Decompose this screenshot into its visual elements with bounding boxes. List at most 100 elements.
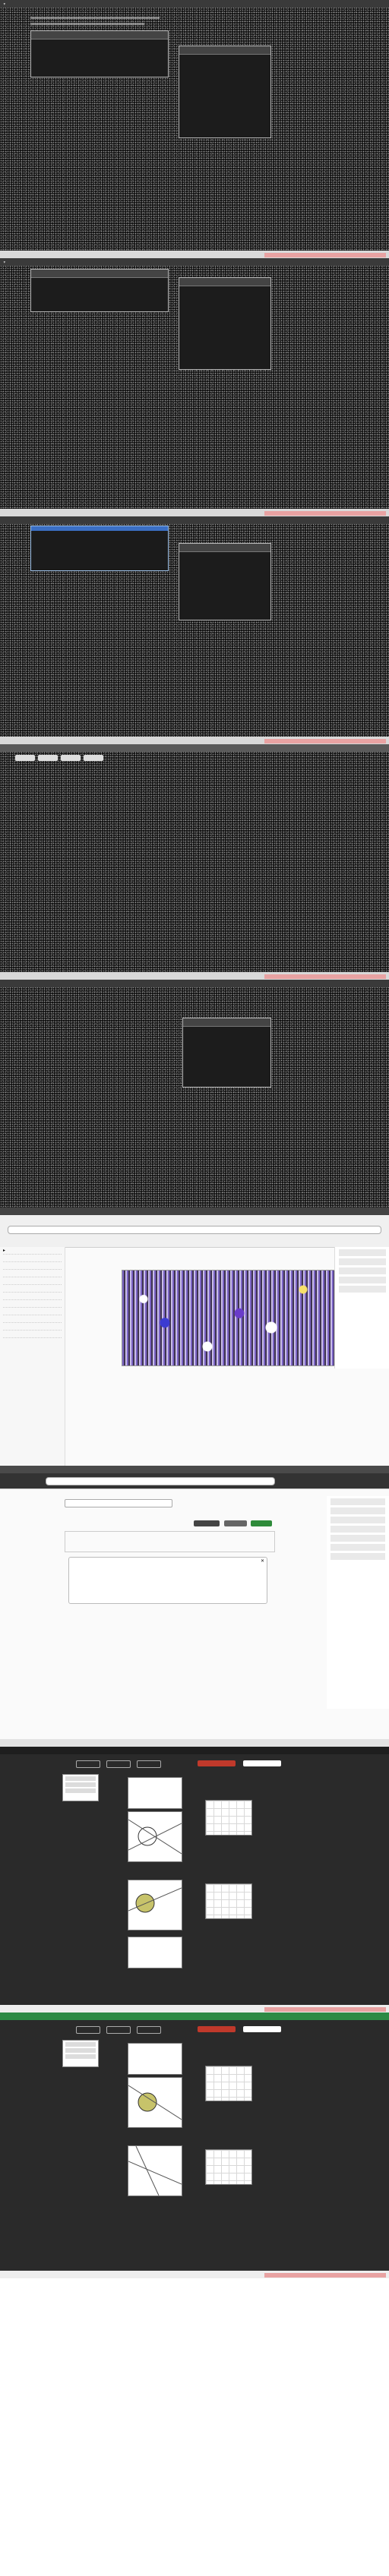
status-bar: [0, 251, 389, 258]
close-icon[interactable]: ✕: [261, 1558, 264, 1564]
browser-header: [0, 1473, 389, 1489]
sidebar-row: [330, 1498, 385, 1505]
info-row: [339, 1286, 386, 1293]
menu-row[interactable]: [65, 2054, 96, 2059]
status-bar: [0, 972, 389, 980]
status-bar: [0, 1208, 389, 1215]
record-button[interactable]: [198, 1760, 236, 1766]
info-row: [339, 1277, 386, 1283]
dialog-large: [179, 277, 271, 370]
popup-menu[interactable]: [62, 2040, 99, 2067]
sketch-drawing: [128, 1887, 182, 1913]
tree-row[interactable]: ▸: [3, 1248, 62, 1255]
sketch-thumbnail: [128, 2145, 182, 2196]
nav-button[interactable]: [106, 1760, 131, 1768]
screen-8: [0, 1747, 389, 2012]
sketch-thumbnail: [128, 2043, 182, 2075]
top-bar: ▾: [0, 0, 389, 8]
folder-tree: ▸: [0, 1247, 65, 1467]
top-bar: [0, 516, 389, 524]
chevron-down-icon[interactable]: ▾: [3, 2, 6, 7]
screen-5: [0, 980, 389, 1215]
sketch-thumbnail: [128, 1937, 182, 1968]
text-line: [30, 17, 160, 19]
top-bar: [0, 980, 389, 987]
sketch-drawing: [128, 2085, 182, 2120]
chevron-down-icon[interactable]: ▾: [3, 260, 6, 265]
dialog-header: [179, 278, 270, 286]
dialog-header: [179, 46, 270, 55]
screen-1: ▾: [0, 0, 389, 258]
sidebar-row: [330, 1517, 385, 1523]
tree-row[interactable]: [3, 1324, 62, 1331]
popup-menu[interactable]: [62, 1774, 99, 1801]
menu-row[interactable]: [65, 2048, 96, 2053]
sketch-drawing: [128, 1819, 182, 1855]
url-highlight: [264, 511, 386, 516]
sidebar-row: [330, 1507, 385, 1514]
tree-row[interactable]: [3, 1286, 62, 1293]
toolbar-chip[interactable]: [84, 755, 103, 761]
record-button[interactable]: [198, 2026, 236, 2032]
status-bar: [0, 1739, 389, 1747]
tree-row[interactable]: [3, 1263, 62, 1270]
url-highlight: [264, 974, 386, 979]
nav-button[interactable]: [137, 1760, 161, 1768]
tree-row[interactable]: [3, 1271, 62, 1277]
sketch-thumbnail: [128, 1880, 182, 1930]
tree-row[interactable]: [3, 1278, 62, 1285]
submit-button[interactable]: [251, 1520, 272, 1526]
top-bar: ▾: [0, 258, 389, 266]
data-table: [65, 1531, 275, 1552]
info-row: [339, 1249, 386, 1256]
top-bar: [0, 2012, 389, 2020]
toolbar-chip[interactable]: [61, 755, 81, 761]
toolbar-chip[interactable]: [38, 755, 58, 761]
screen-4: [0, 744, 389, 980]
nav-button[interactable]: [106, 2026, 131, 2034]
status-bar: [0, 737, 389, 744]
top-bar: [0, 744, 389, 752]
action-button[interactable]: [194, 1520, 220, 1526]
browser-header: [0, 1215, 389, 1248]
text-card: ✕: [68, 1557, 267, 1604]
tree-row[interactable]: [3, 1316, 62, 1323]
search-input[interactable]: [65, 1499, 172, 1507]
action-button[interactable]: [243, 1760, 281, 1766]
address-bar[interactable]: [8, 1226, 381, 1234]
url-highlight: [264, 2007, 386, 2012]
nav-button[interactable]: [137, 2026, 161, 2034]
menu-row[interactable]: [65, 1788, 96, 1793]
address-bar[interactable]: [46, 1477, 275, 1485]
status-bar: [0, 2271, 389, 2278]
action-button[interactable]: [224, 1520, 247, 1526]
screen-7: ✕: [0, 1473, 389, 1747]
screen-6: ▸: [0, 1215, 389, 1473]
dialog-header: [31, 270, 168, 278]
menu-row[interactable]: [65, 2042, 96, 2047]
sidebar-row: [330, 1526, 385, 1533]
dialog-large: [182, 1018, 271, 1088]
dialog-header: [183, 1018, 270, 1027]
screen-3: [0, 516, 389, 744]
menu-row[interactable]: [65, 1782, 96, 1787]
chart-thumbnail: [205, 1883, 252, 1919]
nav-button[interactable]: [76, 2026, 100, 2034]
dialog-header: [31, 31, 168, 39]
tree-row[interactable]: [3, 1331, 62, 1338]
toolbar-chip[interactable]: [15, 755, 35, 761]
dialog-small: [30, 30, 169, 77]
dropdown-menu[interactable]: [30, 526, 169, 571]
chart-thumbnail: [205, 2149, 252, 2185]
tree-row[interactable]: [3, 1255, 62, 1262]
dropdown-selected-row[interactable]: [31, 526, 168, 531]
menu-row[interactable]: [65, 1776, 96, 1781]
tree-row[interactable]: [3, 1309, 62, 1315]
info-sidebar: [334, 1247, 389, 1368]
nav-button[interactable]: [76, 1760, 100, 1768]
tree-row[interactable]: [3, 1301, 62, 1308]
url-highlight: [264, 2273, 386, 2278]
dialog-large: [179, 46, 271, 138]
tree-row[interactable]: [3, 1293, 62, 1300]
action-button[interactable]: [243, 2026, 281, 2032]
